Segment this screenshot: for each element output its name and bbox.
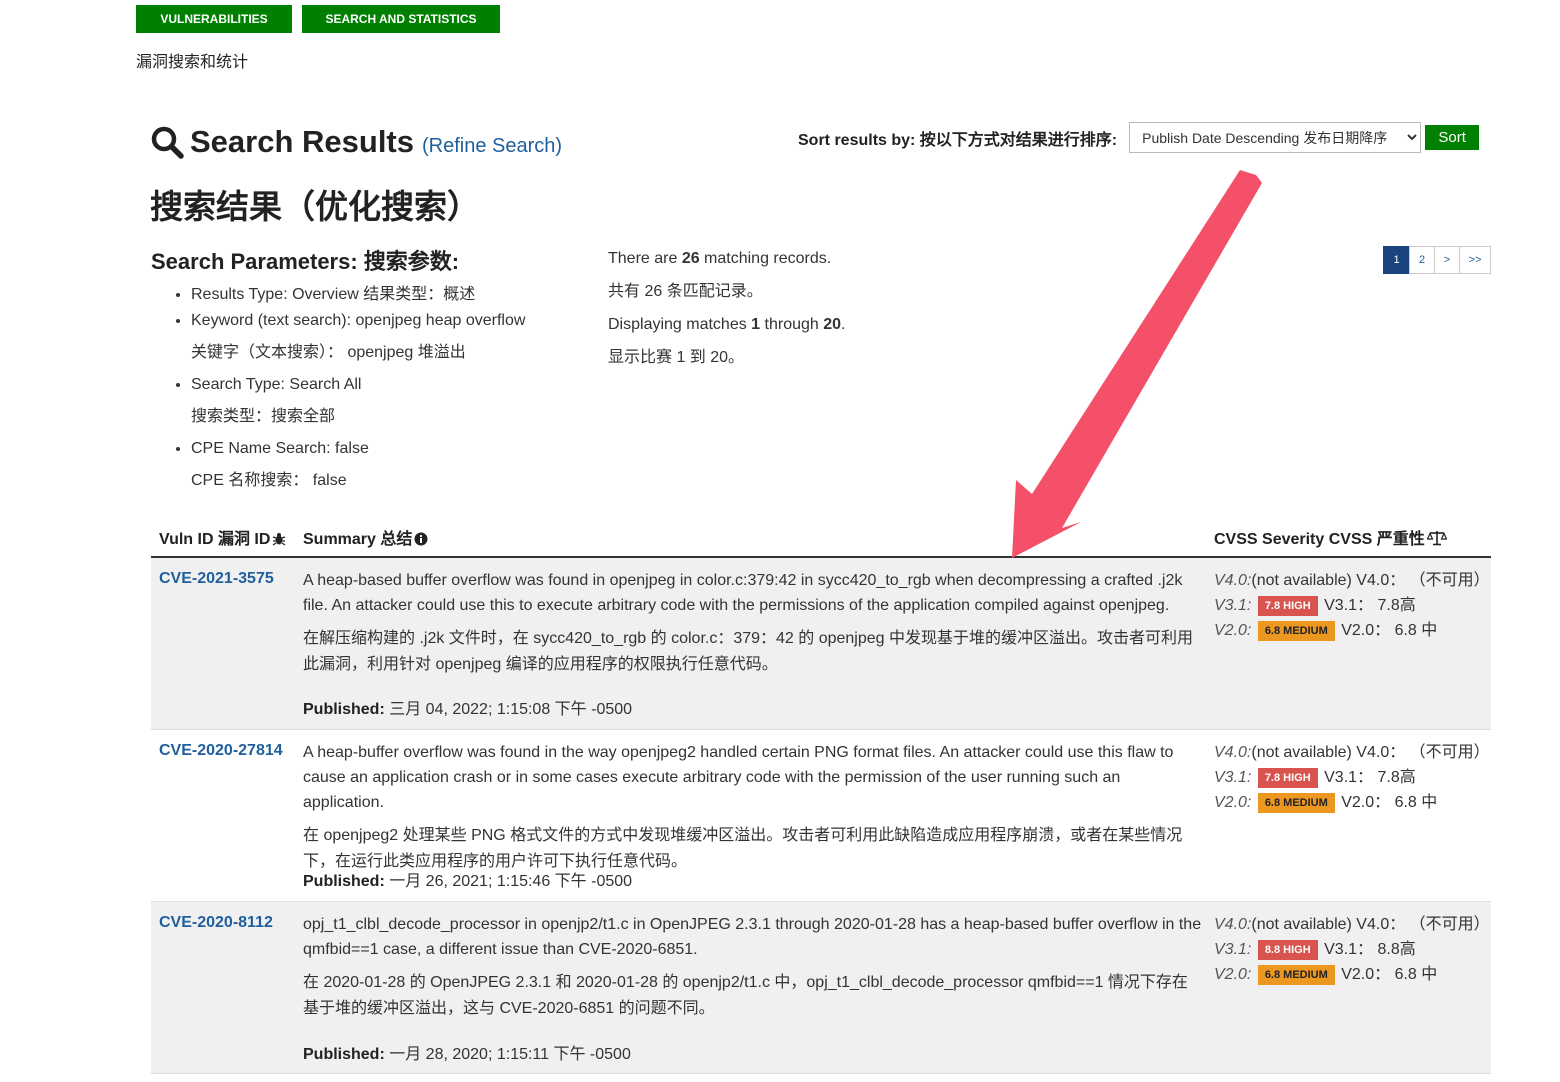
summary-cn: 在 2020-01-28 的 OpenJPEG 2.3.1 和 2020-01-… [303, 974, 1188, 1017]
search-icon [151, 126, 184, 159]
cve-id-link[interactable]: CVE-2020-27814 [159, 742, 283, 760]
column-summary: Summary 总结 [303, 525, 428, 549]
cvss-v4: V4.0:(not available) V4.0： （不可用） [1214, 744, 1490, 761]
table-row: CVE-2021-3575 A heap-based buffer overfl… [151, 558, 1491, 730]
match-count-cn: 共有 26 条匹配记录。 [608, 283, 763, 300]
result-counts: There are 26 matching records. 共有 26 条匹配… [608, 242, 845, 374]
balance-scale-icon [1426, 531, 1447, 546]
sort-label: Sort results by: 按以下方式对结果进行排序: [798, 131, 1118, 149]
sort-select[interactable]: Publish Date Descending 发布日期降序 [1129, 122, 1422, 153]
cvss-v4: V4.0:(not available) V4.0： （不可用） [1214, 572, 1490, 589]
cvss-v20: V2.0: 6.8 MEDIUM V2.0： 6.8 中 [1214, 621, 1438, 641]
bug-icon [273, 533, 286, 546]
page-1-button[interactable]: 1 [1383, 246, 1410, 274]
info-icon [414, 532, 428, 546]
summary-en: A heap-based buffer overflow was found i… [303, 572, 1183, 614]
cvss-v20: V2.0: 6.8 MEDIUM V2.0： 6.8 中 [1214, 965, 1438, 985]
published-date: Published: 三月 04, 2022; 1:15:08 下午 -0500 [303, 701, 633, 718]
vuln-summary: opj_t1_clbl_decode_processor in openjp2/… [303, 912, 1203, 1022]
vuln-summary: A heap-buffer overflow was found in the … [303, 740, 1203, 875]
sort-button[interactable]: Sort [1425, 125, 1480, 150]
table-row: CVE-2020-27814 A heap-buffer overflow wa… [151, 730, 1491, 902]
next-page-button[interactable]: > [1434, 246, 1460, 274]
top-navigation: VULNERABILITIES SEARCH AND STATISTICS [136, 5, 500, 33]
param-cpe-name-search: CPE Name Search: falseCPE 名称搜索： false [191, 436, 525, 494]
published-date: Published: 一月 26, 2021; 1:15:46 下午 -0500 [303, 873, 633, 890]
summary-en: opj_t1_clbl_decode_processor in openjp2/… [303, 916, 1202, 958]
page-title-cn: 搜索结果（优化搜索） [150, 188, 480, 225]
cvss-scores: V4.0:(not available) V4.0： （不可用） V3.1: 7… [1214, 568, 1490, 643]
pagination: 1 2 > >> [1383, 246, 1491, 274]
search-parameters: Search Parameters: 搜索参数: Results Type: O… [151, 244, 525, 500]
annotation-arrow-shape [1012, 170, 1262, 558]
search-parameters-heading: Search Parameters: 搜索参数: [151, 249, 460, 274]
results-table-header: Vuln ID 漏洞 ID Summary 总结 CVSS Severity C… [151, 520, 1491, 558]
cvss-scores: V4.0:(not available) V4.0： （不可用） V3.1: 8… [1214, 912, 1490, 987]
search-parameters-list: Results Type: Overview 结果类型：概述 Keyword (… [151, 282, 525, 494]
page-subtitle: 漏洞搜索和统计 [136, 54, 249, 71]
cvss-scores: V4.0:(not available) V4.0： （不可用） V3.1: 7… [1214, 740, 1490, 815]
match-count: There are 26 matching records. [608, 250, 832, 267]
vuln-summary: A heap-based buffer overflow was found i… [303, 568, 1203, 678]
sort-bar: Sort results by: 按以下方式对结果进行排序: Publish D… [798, 122, 1480, 153]
cvss-v31: V3.1: 7.8 HIGH V3.1： 7.8高 [1214, 768, 1416, 788]
cvss-v31: V3.1: 8.8 HIGH V3.1： 8.8高 [1214, 940, 1416, 960]
param-results-type: Results Type: Overview 结果类型：概述 [191, 282, 525, 308]
nav-search-statistics-button[interactable]: SEARCH AND STATISTICS [302, 5, 500, 33]
page-2-button[interactable]: 2 [1409, 246, 1435, 274]
cvss-v31-badge[interactable]: 7.8 HIGH [1257, 596, 1318, 616]
refine-search-link[interactable]: (Refine Search) [422, 135, 562, 158]
summary-en: A heap-buffer overflow was found in the … [303, 744, 1174, 811]
cvss-v20-badge[interactable]: 6.8 MEDIUM [1257, 793, 1335, 813]
table-row: CVE-2020-8112 opj_t1_clbl_decode_process… [151, 902, 1491, 1074]
nav-vulnerabilities-button[interactable]: VULNERABILITIES [136, 5, 292, 33]
cvss-v4: V4.0:(not available) V4.0： （不可用） [1214, 916, 1490, 933]
cvss-v31-badge[interactable]: 7.8 HIGH [1257, 768, 1318, 788]
last-page-button[interactable]: >> [1459, 246, 1491, 274]
page-title: Search Results [190, 124, 414, 159]
cvss-v20-badge[interactable]: 6.8 MEDIUM [1257, 965, 1335, 985]
column-cvss-severity: CVSS Severity CVSS 严重性 [1214, 525, 1447, 549]
cvss-v31: V3.1: 7.8 HIGH V3.1： 7.8高 [1214, 596, 1416, 616]
published-date: Published: 一月 28, 2020; 1:15:11 下午 -0500 [303, 1046, 631, 1063]
cvss-v20-badge[interactable]: 6.8 MEDIUM [1257, 621, 1335, 641]
results-title: Search Results (Refine Search) [150, 124, 562, 160]
cve-id-link[interactable]: CVE-2021-3575 [159, 570, 274, 588]
displaying-range-cn: 显示比赛 1 到 20。 [608, 349, 745, 366]
cvss-v31-badge[interactable]: 8.8 HIGH [1257, 940, 1318, 960]
cvss-v20: V2.0: 6.8 MEDIUM V2.0： 6.8 中 [1214, 793, 1438, 813]
param-keyword: Keyword (text search): openjpeg heap ove… [191, 308, 525, 366]
displaying-range: Displaying matches 1 through 20. [608, 316, 846, 333]
column-vuln-id: Vuln ID 漏洞 ID [159, 525, 286, 549]
cve-id-link[interactable]: CVE-2020-8112 [159, 914, 273, 932]
param-search-type: Search Type: Search All搜索类型：搜索全部 [191, 372, 525, 430]
summary-cn: 在解压缩构建的 .j2k 文件时，在 sycc420_to_rgb 的 colo… [303, 630, 1194, 673]
